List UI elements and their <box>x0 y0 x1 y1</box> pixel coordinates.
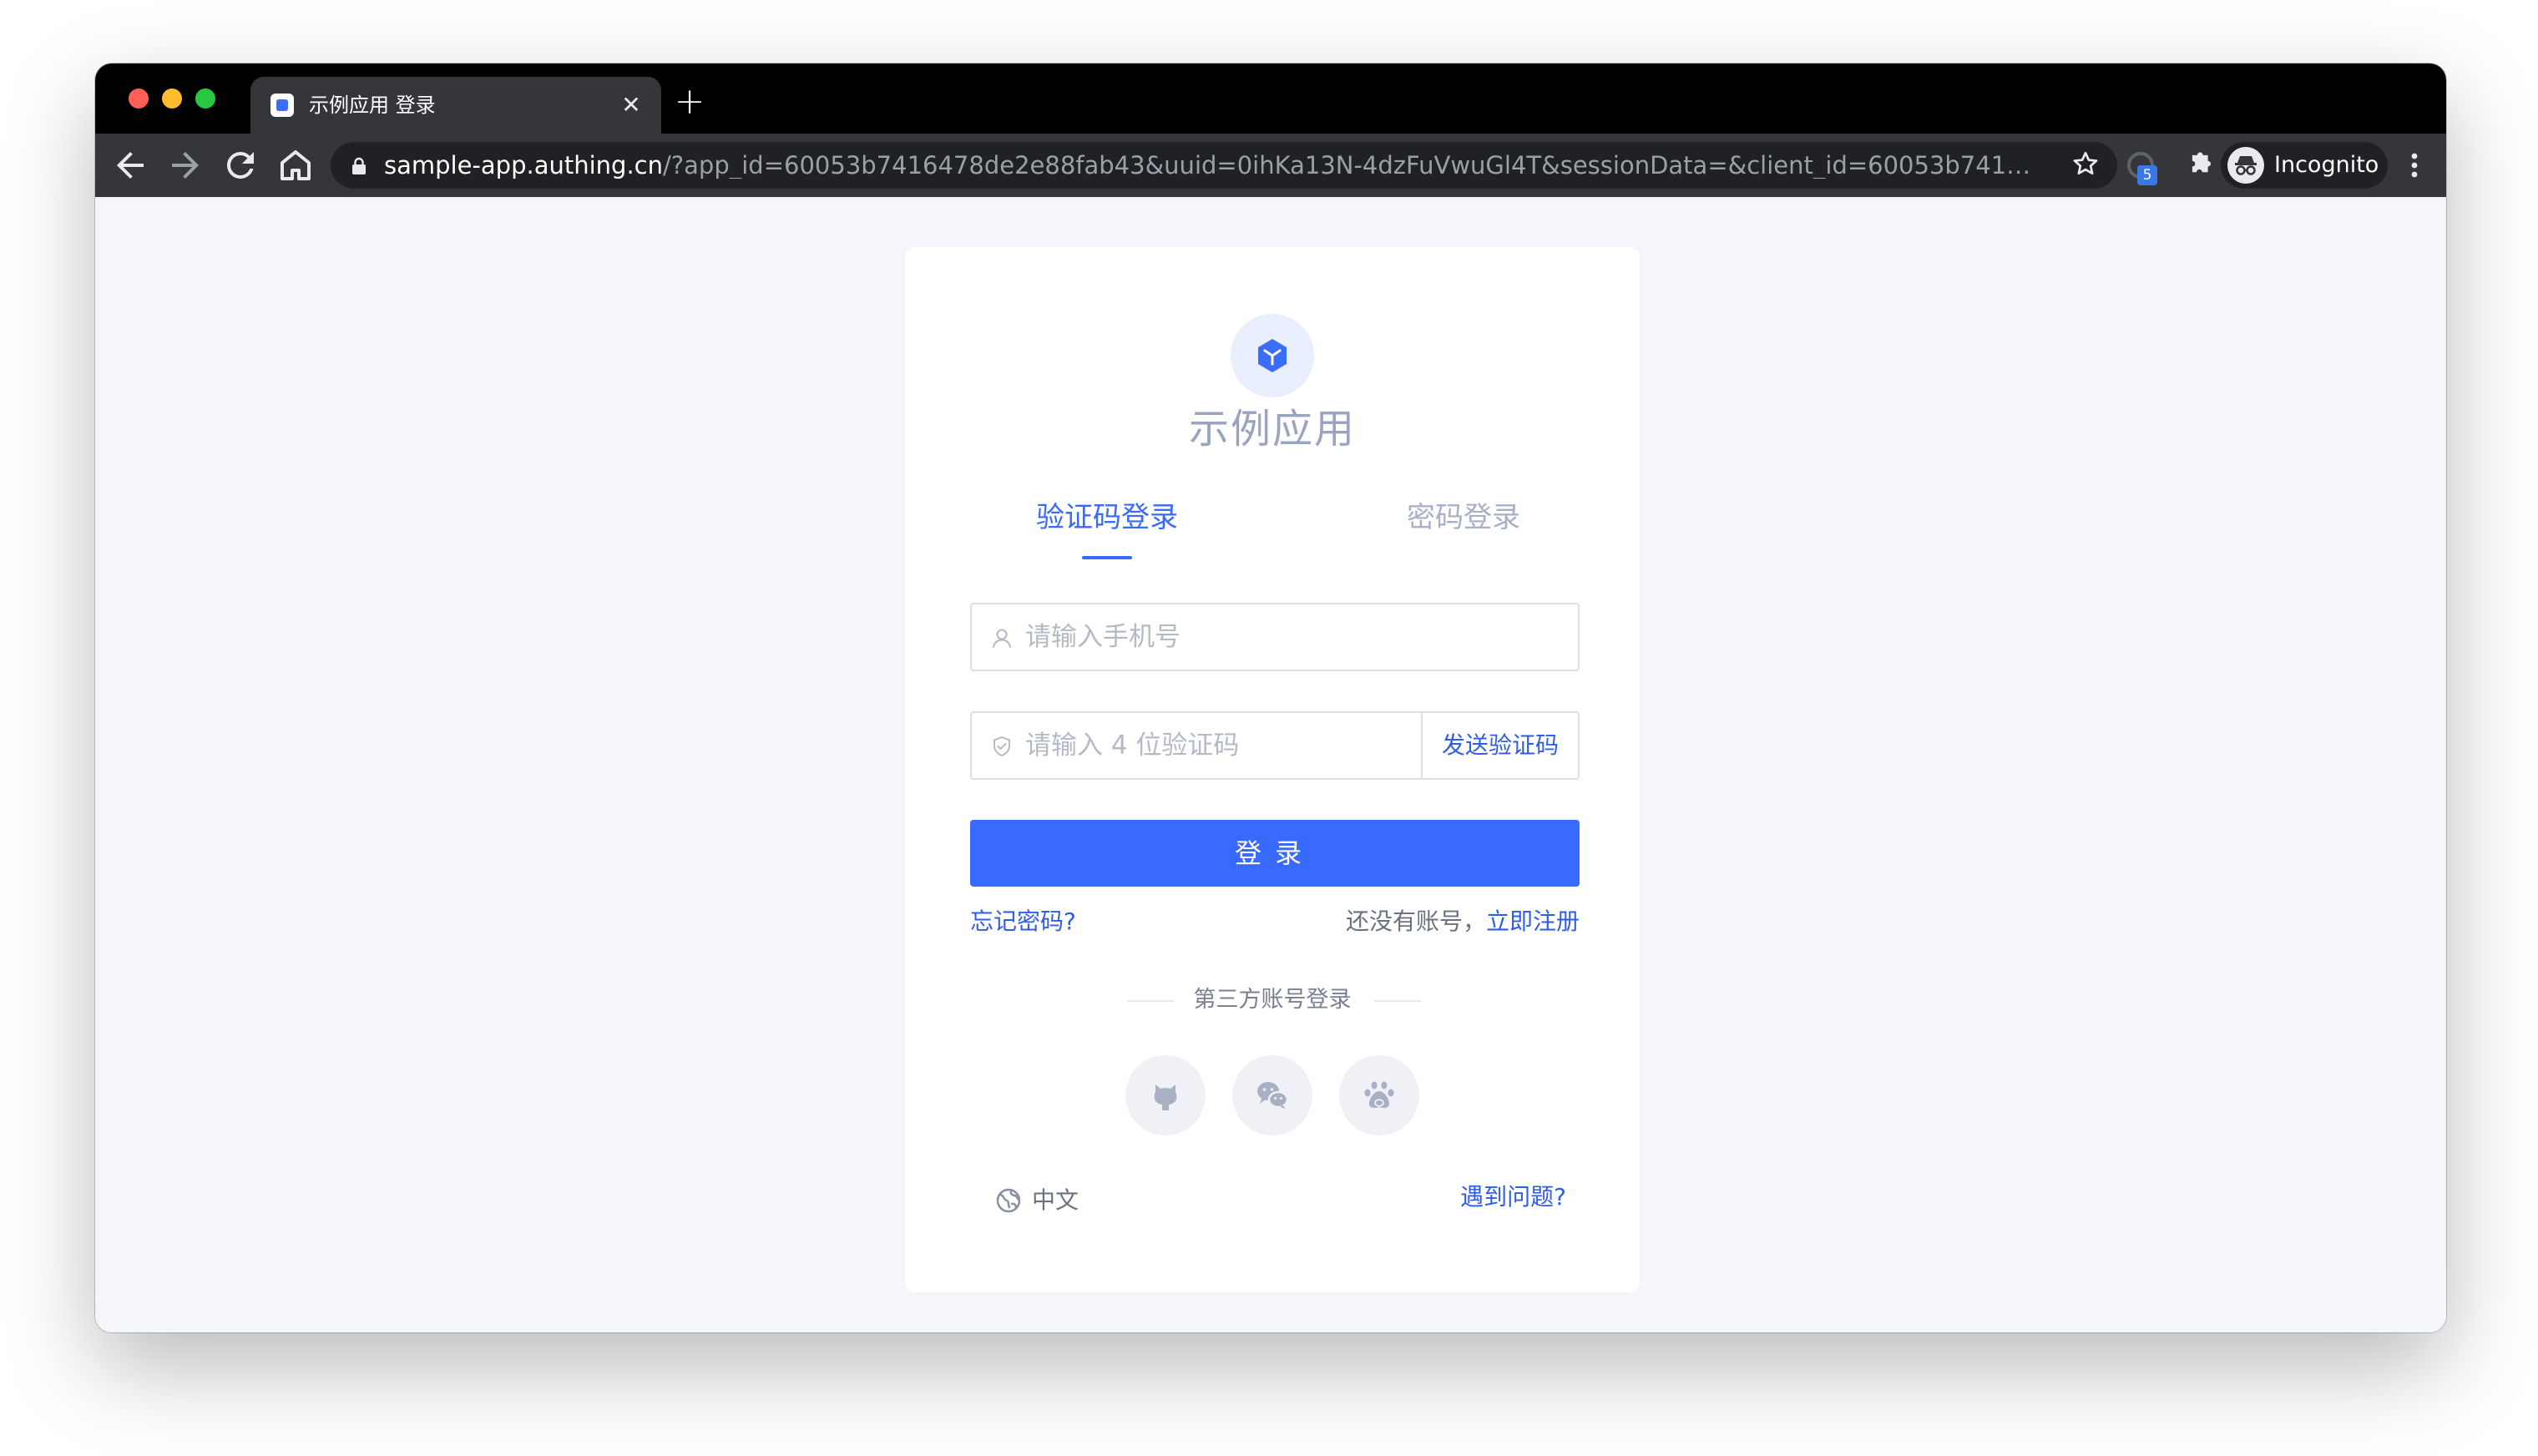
tab-favicon-icon <box>270 94 294 117</box>
page-viewport: 示例应用 验证码登录 密码登录 发送验证码 <box>95 197 2446 1332</box>
incognito-icon <box>2227 147 2264 184</box>
app-logo <box>1231 314 1314 397</box>
tab-close-icon[interactable]: ✕ <box>618 92 645 119</box>
language-label: 中文 <box>1032 1186 1079 1214</box>
active-tab-indicator <box>1082 556 1132 559</box>
app-name: 示例应用 <box>1188 406 1356 452</box>
tab-sms-login[interactable]: 验证码登录 <box>982 498 1232 538</box>
forward-arrow-icon[interactable] <box>165 145 205 185</box>
shield-check-icon <box>993 736 1010 756</box>
github-icon <box>1154 1084 1177 1110</box>
tab-strip: 示例应用 登录 ✕ + <box>95 63 2446 134</box>
browser-window: 示例应用 登录 ✕ + sample-app.authing.cn/?app_i… <box>95 63 2446 1332</box>
register-link[interactable]: 立即注册 <box>1486 907 1580 935</box>
wechat-login-button[interactable] <box>1232 1055 1312 1135</box>
baidu-login-button[interactable] <box>1339 1055 1419 1135</box>
reload-icon[interactable] <box>220 145 260 185</box>
verification-code-field: 发送验证码 <box>970 711 1580 780</box>
tab-title: 示例应用 登录 <box>309 94 436 117</box>
address-bar[interactable]: sample-app.authing.cn/?app_id=60053b7416… <box>331 142 2117 189</box>
cube-icon <box>1258 339 1287 372</box>
help-link[interactable]: 遇到问题? <box>1460 1182 1566 1212</box>
baidu-icon <box>1364 1081 1394 1108</box>
tab-password-login[interactable]: 密码登录 <box>1338 498 1589 538</box>
minimize-window-button[interactable] <box>162 88 182 109</box>
puzzle-icon[interactable] <box>2181 147 2221 187</box>
login-submit-button[interactable]: 登录 <box>970 820 1580 887</box>
user-icon <box>993 629 1011 648</box>
third-party-login-title: 第三方账号登录 <box>1193 987 1352 1013</box>
login-card: 示例应用 验证码登录 密码登录 发送验证码 <box>905 247 1640 1292</box>
globe-icon <box>996 1188 1021 1213</box>
browser-tab-active[interactable]: 示例应用 登录 ✕ <box>250 77 661 134</box>
forgot-password-link[interactable]: 忘记密码? <box>970 907 1076 937</box>
star-icon[interactable] <box>2069 149 2102 182</box>
send-code-button[interactable]: 发送验证码 <box>1421 713 1578 778</box>
lock-icon <box>352 157 366 174</box>
divider-right <box>1374 1000 1421 1002</box>
url-path: /?app_id=60053b7416478de2e88fab43&uuid=0… <box>663 152 2045 179</box>
home-icon[interactable] <box>276 145 316 185</box>
url-host: sample-app.authing.cn <box>384 152 663 179</box>
github-login-button[interactable] <box>1125 1055 1206 1135</box>
close-window-button[interactable] <box>129 88 149 109</box>
verification-code-input[interactable] <box>1024 713 1408 778</box>
back-arrow-icon[interactable] <box>110 145 150 185</box>
new-tab-button[interactable]: + <box>670 83 710 124</box>
incognito-profile-button[interactable]: Incognito <box>2221 142 2388 189</box>
login-tabs: 验证码登录 密码登录 <box>905 498 1640 559</box>
maximize-window-button[interactable] <box>195 88 215 109</box>
browser-toolbar: sample-app.authing.cn/?app_id=60053b7416… <box>95 134 2446 197</box>
url-text[interactable]: sample-app.authing.cn/?app_id=60053b7416… <box>384 152 2045 179</box>
wechat-icon <box>1257 1082 1289 1110</box>
extension-badge: 5 <box>2137 165 2157 185</box>
register-row: 还没有账号，立即注册 <box>1346 907 1580 937</box>
kebab-menu-icon[interactable] <box>2398 145 2431 185</box>
profile-label: Incognito <box>2274 152 2379 178</box>
phone-field <box>970 603 1580 671</box>
phone-input[interactable] <box>1024 604 1408 670</box>
no-account-text: 还没有账号， <box>1345 907 1486 935</box>
